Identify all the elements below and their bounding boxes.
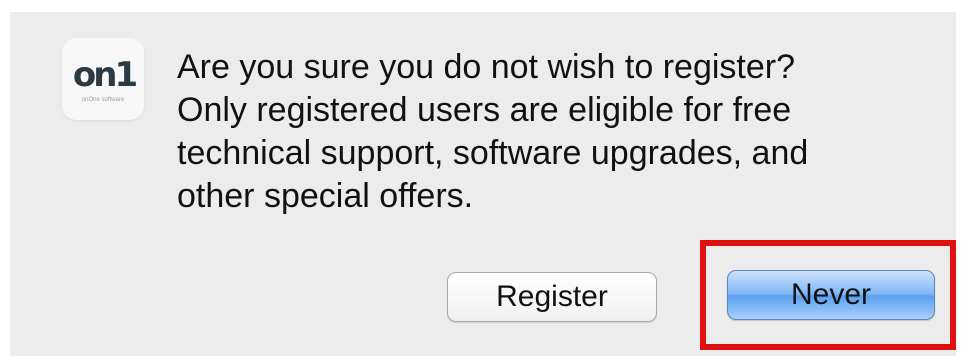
app-logo: on1: [72, 55, 138, 95]
message-line: other special offers.: [177, 177, 474, 215]
message-line: Only registered users are eligible for f…: [177, 91, 792, 129]
app-logo-subtext: onOne software: [81, 97, 125, 103]
message-line: technical support, software upgrades, an…: [177, 134, 809, 172]
never-button[interactable]: Never: [727, 270, 935, 320]
message-line: Are you sure you do not wish to register…: [177, 48, 795, 86]
app-icon: on1 onOne software: [62, 38, 144, 120]
register-button[interactable]: Register: [447, 272, 657, 322]
dialog-message: Are you sure you do not wish to register…: [177, 46, 917, 218]
